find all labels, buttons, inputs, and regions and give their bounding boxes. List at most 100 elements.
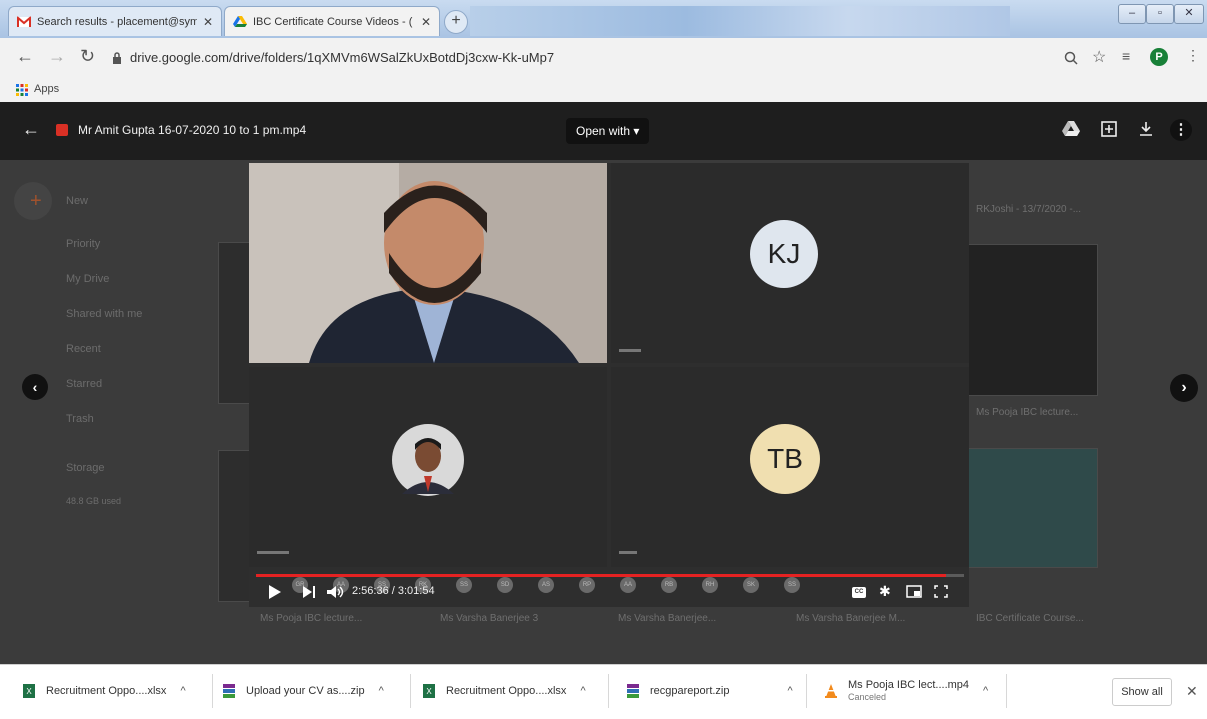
- url-field[interactable]: drive.google.com/drive/folders/1qXMVm6WS…: [130, 47, 1070, 69]
- maximize-button[interactable]: ▫: [1146, 4, 1174, 24]
- participant-name-label: [619, 551, 637, 554]
- volume-icon[interactable]: [326, 585, 344, 599]
- download-item[interactable]: X Recruitment Oppo....xlsx ^: [422, 680, 586, 702]
- download-item[interactable]: Upload your CV as....zip ^: [222, 680, 384, 702]
- bg-file-name: Ms Varsha Banerjee...: [618, 613, 717, 624]
- participant-chip: SD: [497, 577, 513, 593]
- download-item[interactable]: X Recruitment Oppo....xlsx ^: [22, 680, 186, 702]
- participant-avatar: KJ: [750, 220, 818, 288]
- bg-storage: Storage: [66, 462, 105, 474]
- bg-new-label: New: [66, 195, 89, 207]
- lock-icon: [113, 52, 121, 64]
- show-all-button[interactable]: Show all: [1112, 678, 1172, 706]
- play-icon[interactable]: [268, 584, 282, 600]
- previous-file-button[interactable]: ‹: [22, 374, 48, 400]
- download-item[interactable]: recgpareport.zip ^: [626, 680, 793, 702]
- back-arrow-icon[interactable]: ←: [16, 46, 34, 67]
- tab-close-icon[interactable]: ✕: [203, 15, 213, 29]
- chrome-menu-icon[interactable]: ⋮: [1186, 47, 1200, 64]
- download-name: Recruitment Oppo....xlsx: [446, 685, 567, 697]
- tab-gmail[interactable]: Search results - placement@sym ✕: [8, 6, 222, 36]
- add-to-drive-icon[interactable]: [1062, 121, 1080, 137]
- download-name: Ms Pooja IBC lect....mp4: [848, 679, 970, 691]
- bg-shared: Shared with me: [66, 308, 143, 320]
- tab-title: Search results - placement@sym: [37, 15, 197, 28]
- fullscreen-icon[interactable]: [934, 585, 948, 598]
- bookmarks-bar: [0, 78, 1207, 103]
- divider: [608, 674, 609, 708]
- bg-trash: Trash: [66, 413, 94, 425]
- zoom-icon[interactable]: [1064, 51, 1078, 65]
- bg-file-name: Ms Pooja IBC lecture...: [260, 613, 363, 624]
- tab-drive[interactable]: IBC Certificate Course Videos - ( ✕: [224, 6, 440, 36]
- download-name: Recruitment Oppo....xlsx: [46, 685, 167, 697]
- reload-icon[interactable]: ↻: [80, 46, 95, 67]
- next-file-button[interactable]: ›: [1170, 374, 1198, 402]
- download-item[interactable]: Ms Pooja IBC lect....mp4 Canceled ^: [824, 676, 988, 706]
- next-icon[interactable]: [302, 585, 316, 599]
- reading-list-icon[interactable]: ≡: [1122, 48, 1130, 64]
- divider: [806, 674, 807, 708]
- apps-bookmark-label[interactable]: Apps: [34, 83, 59, 95]
- new-window-icon[interactable]: [1101, 121, 1117, 137]
- participant-photo: [392, 424, 464, 496]
- bg-file-name: Ms Varsha Banerjee 3: [440, 613, 539, 624]
- close-downloads-icon[interactable]: ✕: [1186, 683, 1198, 700]
- download-name: Upload your CV as....zip: [246, 685, 365, 697]
- bg-thumbnail: [218, 450, 250, 602]
- open-with-button[interactable]: Open with ▾: [566, 118, 650, 144]
- vlc-icon: [825, 684, 837, 698]
- tab-title: IBC Certificate Course Videos - (: [253, 15, 413, 28]
- forward-arrow-icon[interactable]: →: [48, 46, 66, 67]
- participant-tile-photo: [249, 367, 607, 567]
- participant-name-label: [257, 551, 289, 554]
- download-text: Ms Pooja IBC lect....mp4 Canceled: [848, 679, 969, 703]
- bg-storage-used: 48.8 GB used: [66, 496, 122, 506]
- chevron-up-icon[interactable]: ^: [983, 685, 988, 697]
- close-viewer-arrow-icon[interactable]: ←: [22, 119, 40, 140]
- participant-chip: SK: [743, 577, 759, 593]
- participant-chip: RB: [661, 577, 677, 593]
- chevron-up-icon[interactable]: ^: [180, 685, 185, 697]
- tab-close-icon[interactable]: ✕: [421, 15, 431, 29]
- video-player[interactable]: KJ TB: [249, 163, 969, 607]
- bookmark-star-icon[interactable]: ☆: [1092, 47, 1106, 67]
- plus-icon: +: [30, 190, 42, 212]
- dropdown-arrow-icon: ▾: [630, 124, 640, 138]
- profile-avatar[interactable]: P: [1150, 48, 1168, 66]
- apps-grid-icon[interactable]: [16, 84, 28, 96]
- video-file-icon: [56, 124, 68, 136]
- participant-chip: RH: [702, 577, 718, 593]
- participant-chip: SS: [456, 577, 472, 593]
- download-status: Canceled: [848, 692, 887, 702]
- close-window-button[interactable]: ✕: [1174, 4, 1204, 24]
- participant-chip: SS: [784, 577, 800, 593]
- winrar-icon: [627, 684, 639, 698]
- more-options-icon[interactable]: ⋮: [1170, 119, 1192, 141]
- minimize-button[interactable]: –: [1118, 4, 1146, 24]
- participant-chip: RP: [579, 577, 595, 593]
- captions-icon[interactable]: CC: [852, 587, 866, 598]
- chevron-up-icon[interactable]: ^: [580, 685, 585, 697]
- participant-avatar: TB: [750, 424, 820, 494]
- divider: [1006, 674, 1007, 708]
- participant-chip: AA: [620, 577, 636, 593]
- seek-bar[interactable]: [256, 574, 964, 577]
- excel-icon: X: [23, 684, 35, 698]
- participant-tile-tb: TB: [611, 367, 969, 567]
- excel-icon: X: [423, 684, 435, 698]
- download-icon[interactable]: [1138, 121, 1154, 137]
- winrar-icon: [223, 684, 235, 698]
- chevron-up-icon[interactable]: ^: [379, 685, 384, 697]
- download-name: recgpareport.zip: [650, 685, 730, 697]
- bg-file-name: RKJoshi - 13/7/2020 -...: [976, 204, 1082, 215]
- chevron-up-icon[interactable]: ^: [788, 685, 793, 697]
- settings-gear-icon[interactable]: ✱: [879, 583, 891, 600]
- bg-thumbnail: [968, 244, 1098, 396]
- new-tab-button[interactable]: +: [444, 10, 468, 34]
- bg-my-drive: My Drive: [66, 273, 110, 285]
- miniplayer-icon[interactable]: [906, 585, 922, 598]
- bg-recent: Recent: [66, 343, 101, 355]
- seek-bar-played: [256, 574, 947, 577]
- open-with-label: Open with: [576, 124, 631, 138]
